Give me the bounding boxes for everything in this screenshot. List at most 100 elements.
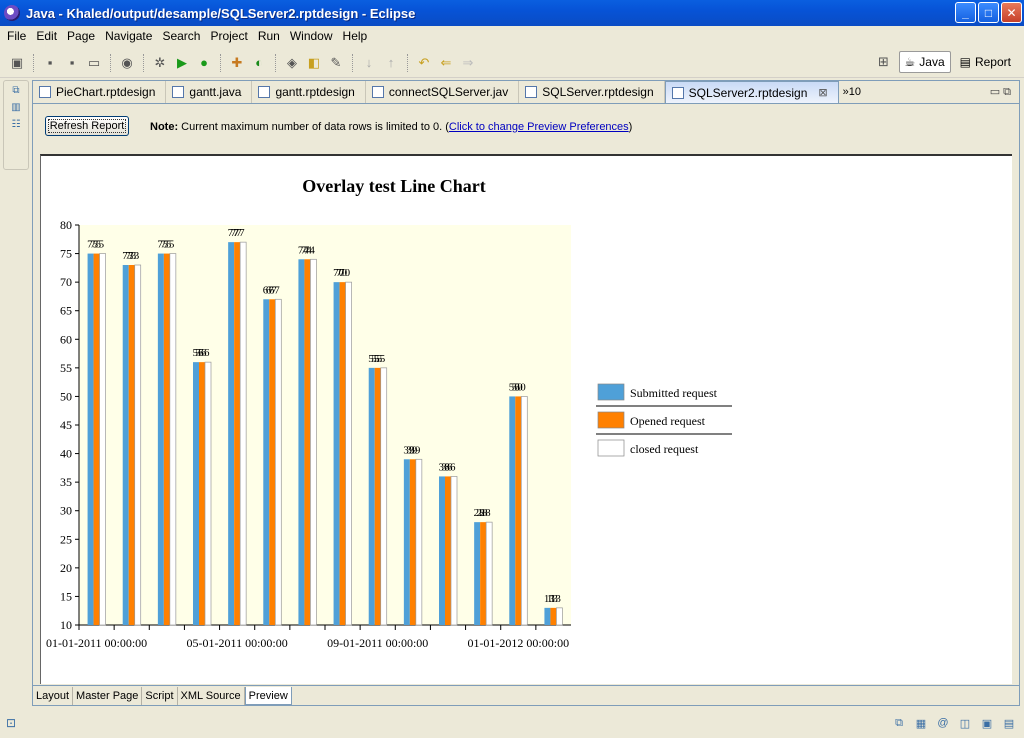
java-perspective-button[interactable]: ☕ Java bbox=[898, 51, 951, 73]
x-tick-label: 01-01-2012 00:00:00 bbox=[467, 636, 569, 650]
run-icon[interactable]: ▶ bbox=[171, 52, 193, 74]
toolbar-separator bbox=[275, 53, 276, 72]
bar-opened-request bbox=[234, 242, 241, 625]
open-folder-icon[interactable]: ◧ bbox=[303, 52, 325, 74]
editor-window-controls[interactable]: ▭ ⧉ bbox=[990, 85, 1011, 99]
bar-closed-request bbox=[380, 367, 388, 626]
declaration-icon[interactable]: ◫ bbox=[956, 714, 974, 732]
report-perspective-label: Report bbox=[974, 55, 1011, 69]
print-icon[interactable]: ▭ bbox=[83, 52, 105, 74]
tab-sqlserver2[interactable]: SQLServer2.rptdesign ⊠ bbox=[664, 81, 839, 103]
preview-preferences-link[interactable]: Click to change Preview Preferences bbox=[449, 121, 629, 133]
back-icon[interactable]: ⇐ bbox=[435, 52, 457, 74]
save-icon[interactable]: ▪ bbox=[39, 52, 61, 74]
menu-page[interactable]: Page bbox=[62, 29, 100, 43]
tab-gantt-java[interactable]: gantt.java bbox=[166, 81, 253, 103]
tab-preview[interactable]: Preview bbox=[244, 687, 292, 705]
main-toolbar: ▣ ▪ ▪ ▭ ◉ ✲ ▶ ● ✚ ◐ ◈ ◧ ✎ ↓ ↑ ↶ ⇐ ⇒ bbox=[0, 48, 1024, 78]
bar-submitted-request bbox=[122, 265, 129, 625]
new-package-icon[interactable]: ✚ bbox=[226, 52, 248, 74]
restore-icon[interactable]: ⧉ bbox=[12, 85, 19, 96]
forward-icon[interactable]: ⇒ bbox=[457, 52, 479, 74]
open-type-icon[interactable]: ◈ bbox=[281, 52, 303, 74]
bar-closed-request bbox=[169, 253, 177, 626]
problems-icon[interactable]: ▤ bbox=[1000, 714, 1018, 732]
toolbar-separator bbox=[407, 53, 408, 72]
legend-label: closed request bbox=[630, 442, 699, 456]
menu-help[interactable]: Help bbox=[338, 29, 373, 43]
tab-piechart[interactable]: PieChart.rptdesign bbox=[33, 81, 167, 103]
new-icon[interactable]: ▣ bbox=[6, 52, 28, 74]
rptdesign-file-icon bbox=[671, 86, 684, 99]
bar-submitted-request bbox=[544, 607, 551, 625]
refresh-report-button[interactable]: Refresh Report bbox=[45, 116, 129, 136]
next-annotation-icon[interactable]: ↓ bbox=[358, 52, 380, 74]
bar-closed-request bbox=[450, 476, 458, 626]
close-button[interactable]: ✕ bbox=[1001, 2, 1022, 23]
close-tab-icon[interactable]: ⊠ bbox=[818, 86, 827, 99]
menu-run[interactable]: Run bbox=[253, 29, 285, 43]
bar-submitted-request bbox=[368, 367, 375, 625]
new-class-icon[interactable]: ◐ bbox=[248, 52, 270, 74]
console-icon[interactable]: ▣ bbox=[978, 714, 996, 732]
menu-window[interactable]: Window bbox=[285, 29, 338, 43]
tab-sqlserver[interactable]: SQLServer.rptdesign bbox=[519, 81, 665, 103]
bar-closed-request bbox=[520, 396, 528, 626]
tab-xml-source[interactable]: XML Source bbox=[178, 687, 245, 705]
y-tick-label: 55 bbox=[60, 361, 72, 375]
open-perspective-icon[interactable]: ⊞ bbox=[873, 51, 895, 73]
menu-edit[interactable]: Edit bbox=[31, 29, 62, 43]
editor-tabs: PieChart.rptdesign gantt.java gantt.rptd… bbox=[33, 81, 1019, 103]
maximize-button[interactable]: □ bbox=[978, 2, 999, 23]
bar-closed-request bbox=[239, 241, 247, 626]
report-perspective-button[interactable]: ▤ Report bbox=[955, 51, 1016, 73]
data-label: 77 bbox=[234, 227, 246, 239]
java-file-icon bbox=[172, 86, 185, 98]
data-label: 50 bbox=[515, 381, 527, 393]
note-text: Current maximum number of data rows is l… bbox=[178, 121, 449, 133]
palette-icon[interactable]: ▥ bbox=[11, 102, 20, 113]
menu-search[interactable]: Search bbox=[157, 29, 205, 43]
bar-submitted-request bbox=[439, 476, 445, 625]
pencil-icon[interactable]: ✎ bbox=[325, 52, 347, 74]
restore-view-icon[interactable]: ⧉ bbox=[890, 714, 908, 732]
data-label: 70 bbox=[339, 267, 351, 279]
bar-opened-request bbox=[93, 253, 100, 626]
toolbar-separator bbox=[33, 53, 34, 72]
bar-submitted-request bbox=[157, 253, 164, 626]
minimize-button[interactable]: _ bbox=[955, 2, 976, 23]
bar-closed-request bbox=[310, 258, 317, 626]
web-preview-icon[interactable]: ◉ bbox=[116, 52, 138, 74]
menu-project[interactable]: Project bbox=[205, 29, 252, 43]
bar-submitted-request bbox=[474, 522, 481, 625]
data-label: 73 bbox=[128, 250, 140, 262]
bar-submitted-request bbox=[193, 362, 199, 625]
menu-file[interactable]: File bbox=[2, 29, 31, 43]
tab-connectsqlserver[interactable]: connectSQLServer.jav bbox=[366, 81, 520, 103]
javadoc-icon[interactable]: @ bbox=[934, 714, 952, 732]
tab-overflow-button[interactable]: »10 bbox=[839, 81, 865, 103]
tab-layout[interactable]: Layout bbox=[33, 687, 74, 705]
save-all-icon[interactable]: ▪ bbox=[61, 52, 83, 74]
tab-label: PieChart.rptdesign bbox=[56, 85, 156, 99]
tab-master-page[interactable]: Master Page bbox=[73, 687, 143, 705]
bar-opened-request bbox=[445, 476, 451, 625]
external-tools-icon[interactable]: ● bbox=[193, 52, 215, 74]
data-label: 75 bbox=[163, 239, 175, 251]
chart-title: Overlay test Line Chart bbox=[302, 176, 485, 196]
y-tick-label: 45 bbox=[60, 418, 72, 432]
y-tick-label: 60 bbox=[60, 332, 72, 346]
bar-closed-request bbox=[345, 281, 352, 626]
outline-icon[interactable]: ☷ bbox=[12, 119, 21, 130]
bar-closed-request bbox=[204, 361, 212, 626]
tab-gantt-rptdesign[interactable]: gantt.rptdesign bbox=[252, 81, 366, 103]
debug-icon[interactable]: ✲ bbox=[149, 52, 171, 74]
last-edit-icon[interactable]: ↶ bbox=[413, 52, 435, 74]
prev-annotation-icon[interactable]: ↑ bbox=[380, 52, 402, 74]
report-icon: ▤ bbox=[959, 55, 971, 69]
tab-script[interactable]: Script bbox=[142, 687, 178, 705]
fast-view-icon[interactable]: ⊡ bbox=[6, 716, 16, 730]
menu-navigate[interactable]: Navigate bbox=[100, 29, 157, 43]
hierarchy-icon[interactable]: ▦ bbox=[912, 714, 930, 732]
legend-swatch bbox=[597, 439, 625, 457]
